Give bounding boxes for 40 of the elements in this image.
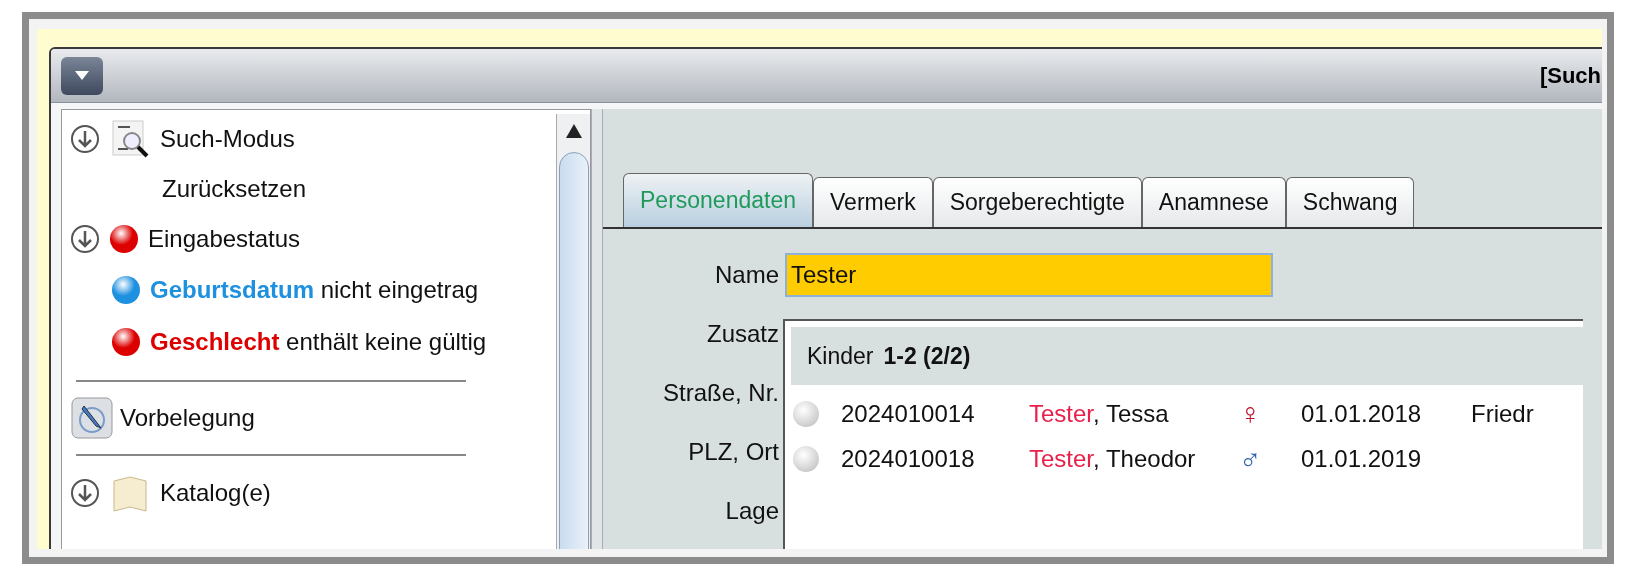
sidebar-item[interactable]: Vorbelegung	[120, 400, 255, 436]
book-icon	[110, 473, 150, 513]
field-label: Name	[713, 259, 779, 290]
patient-name: Tester, Tessa	[1029, 398, 1170, 429]
result-range: 1-2 (2/2)	[883, 341, 971, 371]
pen-icon	[70, 396, 114, 440]
sidebar-item[interactable]: Katalog(e)	[160, 475, 271, 511]
validation-message: Geburtsdatum nicht eingetrag	[150, 275, 479, 305]
reset-link[interactable]: Zurücksetzen	[162, 171, 307, 207]
window-menu-button[interactable]	[61, 56, 103, 95]
expand-icon[interactable]	[70, 478, 100, 508]
sex-symbol: ♀	[1239, 396, 1263, 432]
field-label: Lage	[724, 495, 779, 526]
birth-date: 01.01.2018	[1301, 398, 1423, 429]
tab[interactable]: Schwang	[1285, 177, 1415, 227]
patient-id: 2024010018	[841, 443, 976, 474]
tab[interactable]: Vermerk	[813, 177, 933, 227]
field-label: PLZ, Ort	[687, 436, 779, 467]
scrollbar[interactable]	[556, 114, 590, 549]
patient-id: 2024010014	[841, 398, 976, 429]
name-input[interactable]: Tester	[785, 252, 1273, 297]
birth-date: 01.01.2019	[1301, 443, 1423, 474]
scroll-up-icon[interactable]	[565, 124, 582, 138]
field-label: Straße, Nr.	[661, 377, 779, 408]
table-cell-text: Friedr	[1471, 398, 1534, 429]
expand-icon[interactable]	[70, 224, 100, 254]
field-label: Zusatz	[705, 318, 779, 349]
patient-name: Tester, Theodor	[1029, 443, 1197, 474]
validation-message: Geschlecht enthält keine gültig	[150, 327, 487, 357]
expand-icon[interactable]	[70, 124, 100, 154]
window-title: [Such	[1539, 62, 1601, 90]
caret-icon	[75, 70, 89, 81]
popup-title: Kinder	[807, 341, 874, 371]
sidebar-item[interactable]: Eingabestatus	[148, 221, 301, 257]
magnifier-document-icon	[110, 119, 150, 159]
sidebar-item[interactable]: Such-Modus	[160, 121, 295, 157]
tab[interactable]: Anamnese	[1141, 177, 1286, 227]
tab[interactable]: Sorgeberechtigte	[932, 177, 1142, 227]
sex-symbol: ♂	[1239, 441, 1263, 477]
scroll-thumb[interactable]	[558, 152, 589, 549]
